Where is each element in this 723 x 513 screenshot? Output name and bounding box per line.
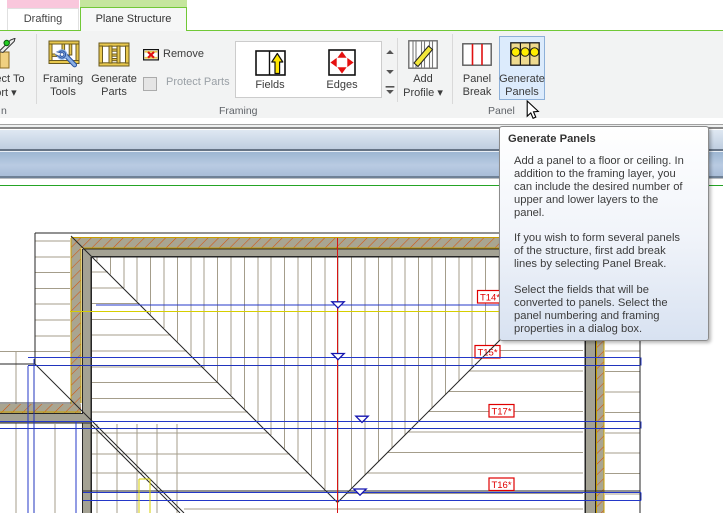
svg-text:T14*: T14* <box>480 292 500 303</box>
svg-text:T16*: T16* <box>491 480 511 491</box>
svg-text:T17*: T17* <box>491 406 511 417</box>
